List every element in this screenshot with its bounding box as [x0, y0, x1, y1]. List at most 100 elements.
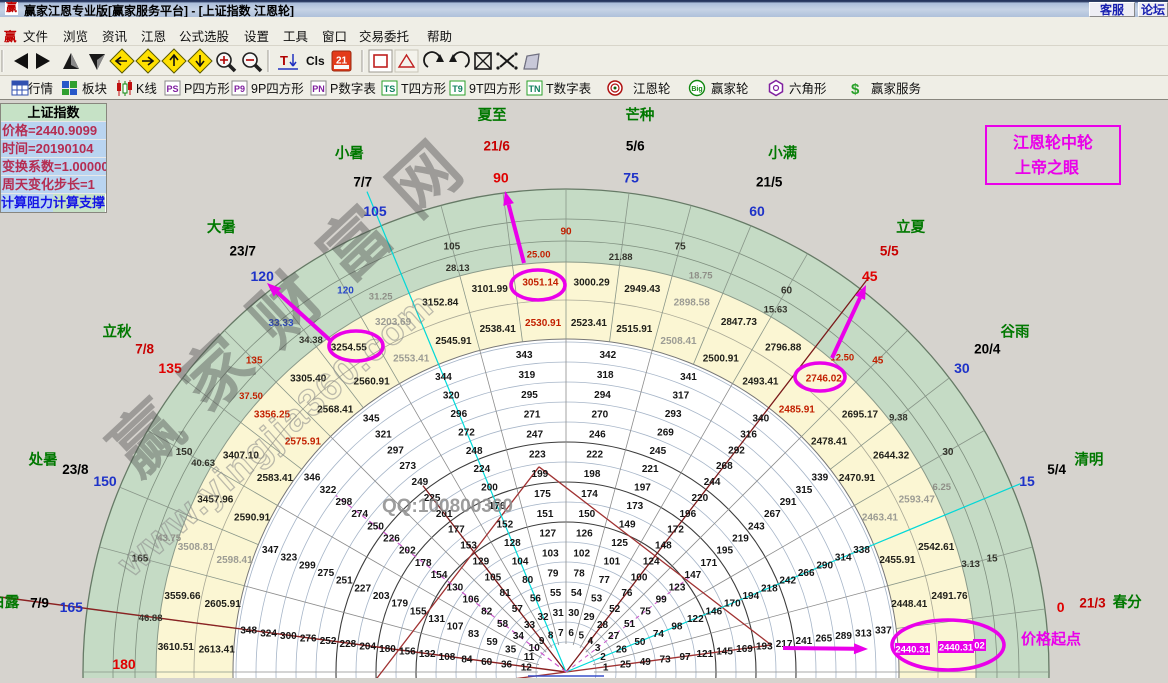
svg-text:25.00: 25.00	[527, 249, 551, 260]
svg-text:Big: Big	[691, 86, 702, 93]
svg-text:131: 131	[428, 614, 445, 625]
svg-text:194: 194	[742, 591, 759, 602]
svg-text:224: 224	[473, 464, 490, 475]
svg-text:227: 227	[354, 583, 371, 594]
svg-text:276: 276	[300, 634, 317, 645]
svg-text:292: 292	[728, 445, 745, 456]
svg-text:2605.91: 2605.91	[205, 599, 242, 610]
svg-text:6: 6	[568, 628, 574, 639]
svg-text:295: 295	[521, 390, 538, 401]
svg-text:2448.41: 2448.41	[891, 599, 928, 610]
svg-text:320: 320	[443, 390, 460, 401]
svg-text:174: 174	[581, 489, 598, 500]
svg-text:T四方形: T四方形	[401, 81, 447, 96]
svg-text:2695.17: 2695.17	[842, 410, 879, 421]
svg-text:247: 247	[526, 430, 543, 441]
svg-text:341: 341	[680, 372, 697, 383]
svg-text:2593.47: 2593.47	[899, 495, 936, 506]
svg-text:2746.02: 2746.02	[806, 374, 843, 385]
svg-text:99: 99	[656, 594, 668, 605]
svg-text:266: 266	[798, 568, 815, 579]
svg-text:9.38: 9.38	[889, 412, 908, 423]
svg-text:5/6: 5/6	[626, 139, 645, 154]
svg-text:21: 21	[336, 56, 348, 67]
svg-text:323: 323	[280, 553, 297, 564]
svg-text:250: 250	[367, 521, 384, 532]
svg-text:30: 30	[954, 360, 970, 376]
svg-text:0: 0	[1057, 599, 1065, 615]
svg-text:2949.43: 2949.43	[624, 284, 661, 295]
svg-text:100: 100	[631, 572, 648, 583]
svg-text:171: 171	[700, 558, 717, 569]
svg-text:3610.51: 3610.51	[158, 642, 195, 653]
svg-text:2440.31: 2440.31	[895, 645, 930, 656]
svg-text:8: 8	[548, 631, 554, 642]
svg-text:2491.76: 2491.76	[931, 591, 968, 602]
svg-text:59: 59	[487, 637, 499, 648]
svg-text:28: 28	[597, 620, 609, 631]
svg-text:275: 275	[317, 568, 334, 579]
svg-text:98: 98	[671, 622, 683, 633]
svg-text:126: 126	[576, 529, 593, 540]
svg-text:2463.41: 2463.41	[862, 513, 899, 524]
svg-text:75: 75	[640, 607, 652, 618]
svg-text:清明: 清明	[1074, 450, 1103, 468]
svg-text:赢家轮: 赢家轮	[711, 81, 749, 96]
svg-text:299: 299	[299, 560, 316, 571]
svg-text:154: 154	[431, 570, 448, 581]
svg-text:218: 218	[761, 583, 778, 594]
svg-text:241: 241	[796, 636, 813, 647]
svg-text:73: 73	[660, 654, 672, 665]
svg-text:222: 222	[586, 449, 603, 460]
svg-text:价格起点: 价格起点	[1021, 630, 1081, 648]
svg-text:53: 53	[591, 594, 603, 605]
svg-text:芒种: 芒种	[625, 106, 654, 124]
svg-text:226: 226	[383, 534, 400, 545]
svg-text:30: 30	[568, 608, 580, 619]
svg-text:75: 75	[623, 169, 639, 185]
svg-text:97: 97	[679, 652, 691, 663]
svg-text:75: 75	[675, 242, 687, 253]
svg-text:289: 289	[835, 631, 852, 642]
svg-text:2538.41: 2538.41	[480, 324, 517, 335]
svg-text:5/5: 5/5	[880, 244, 899, 259]
svg-text:9T四方形: 9T四方形	[469, 81, 522, 96]
svg-text:274: 274	[351, 509, 368, 520]
svg-text:小暑: 小暑	[335, 145, 364, 162]
svg-text:30: 30	[942, 447, 954, 458]
svg-text:101: 101	[604, 557, 621, 568]
svg-text:江恩轮: 江恩轮	[633, 82, 671, 96]
svg-text:124: 124	[643, 556, 660, 567]
svg-text:177: 177	[448, 525, 465, 536]
svg-text:2583.41: 2583.41	[257, 473, 294, 484]
svg-text:165: 165	[60, 599, 84, 615]
svg-text:3101.99: 3101.99	[472, 284, 509, 295]
svg-text:2470.91: 2470.91	[839, 473, 876, 484]
svg-text:223: 223	[529, 449, 546, 460]
svg-text:78: 78	[574, 568, 586, 579]
svg-text:178: 178	[415, 558, 432, 569]
svg-text:白露: 白露	[0, 593, 20, 611]
svg-text:74: 74	[653, 629, 665, 640]
svg-text:125: 125	[611, 538, 628, 549]
svg-text:193: 193	[756, 641, 773, 652]
svg-text:269: 269	[657, 427, 674, 438]
svg-text:248: 248	[466, 446, 483, 457]
svg-text:228: 228	[340, 639, 357, 650]
svg-text:251: 251	[336, 576, 353, 587]
svg-text:128: 128	[504, 538, 521, 549]
svg-text:T数字表: T数字表	[546, 81, 592, 96]
svg-text:18.75: 18.75	[689, 271, 713, 282]
svg-text:1: 1	[603, 662, 609, 673]
svg-text:35: 35	[505, 645, 517, 656]
svg-text:170: 170	[724, 599, 741, 610]
svg-text:3051.14: 3051.14	[522, 277, 559, 288]
svg-text:324: 324	[260, 628, 277, 639]
svg-text:155: 155	[410, 606, 427, 617]
svg-text:132: 132	[419, 649, 436, 660]
svg-text:15.63: 15.63	[764, 305, 788, 316]
svg-text:2598.41: 2598.41	[217, 555, 254, 566]
svg-text:121: 121	[696, 649, 713, 660]
svg-text:79: 79	[547, 568, 559, 579]
svg-text:55: 55	[550, 588, 562, 599]
